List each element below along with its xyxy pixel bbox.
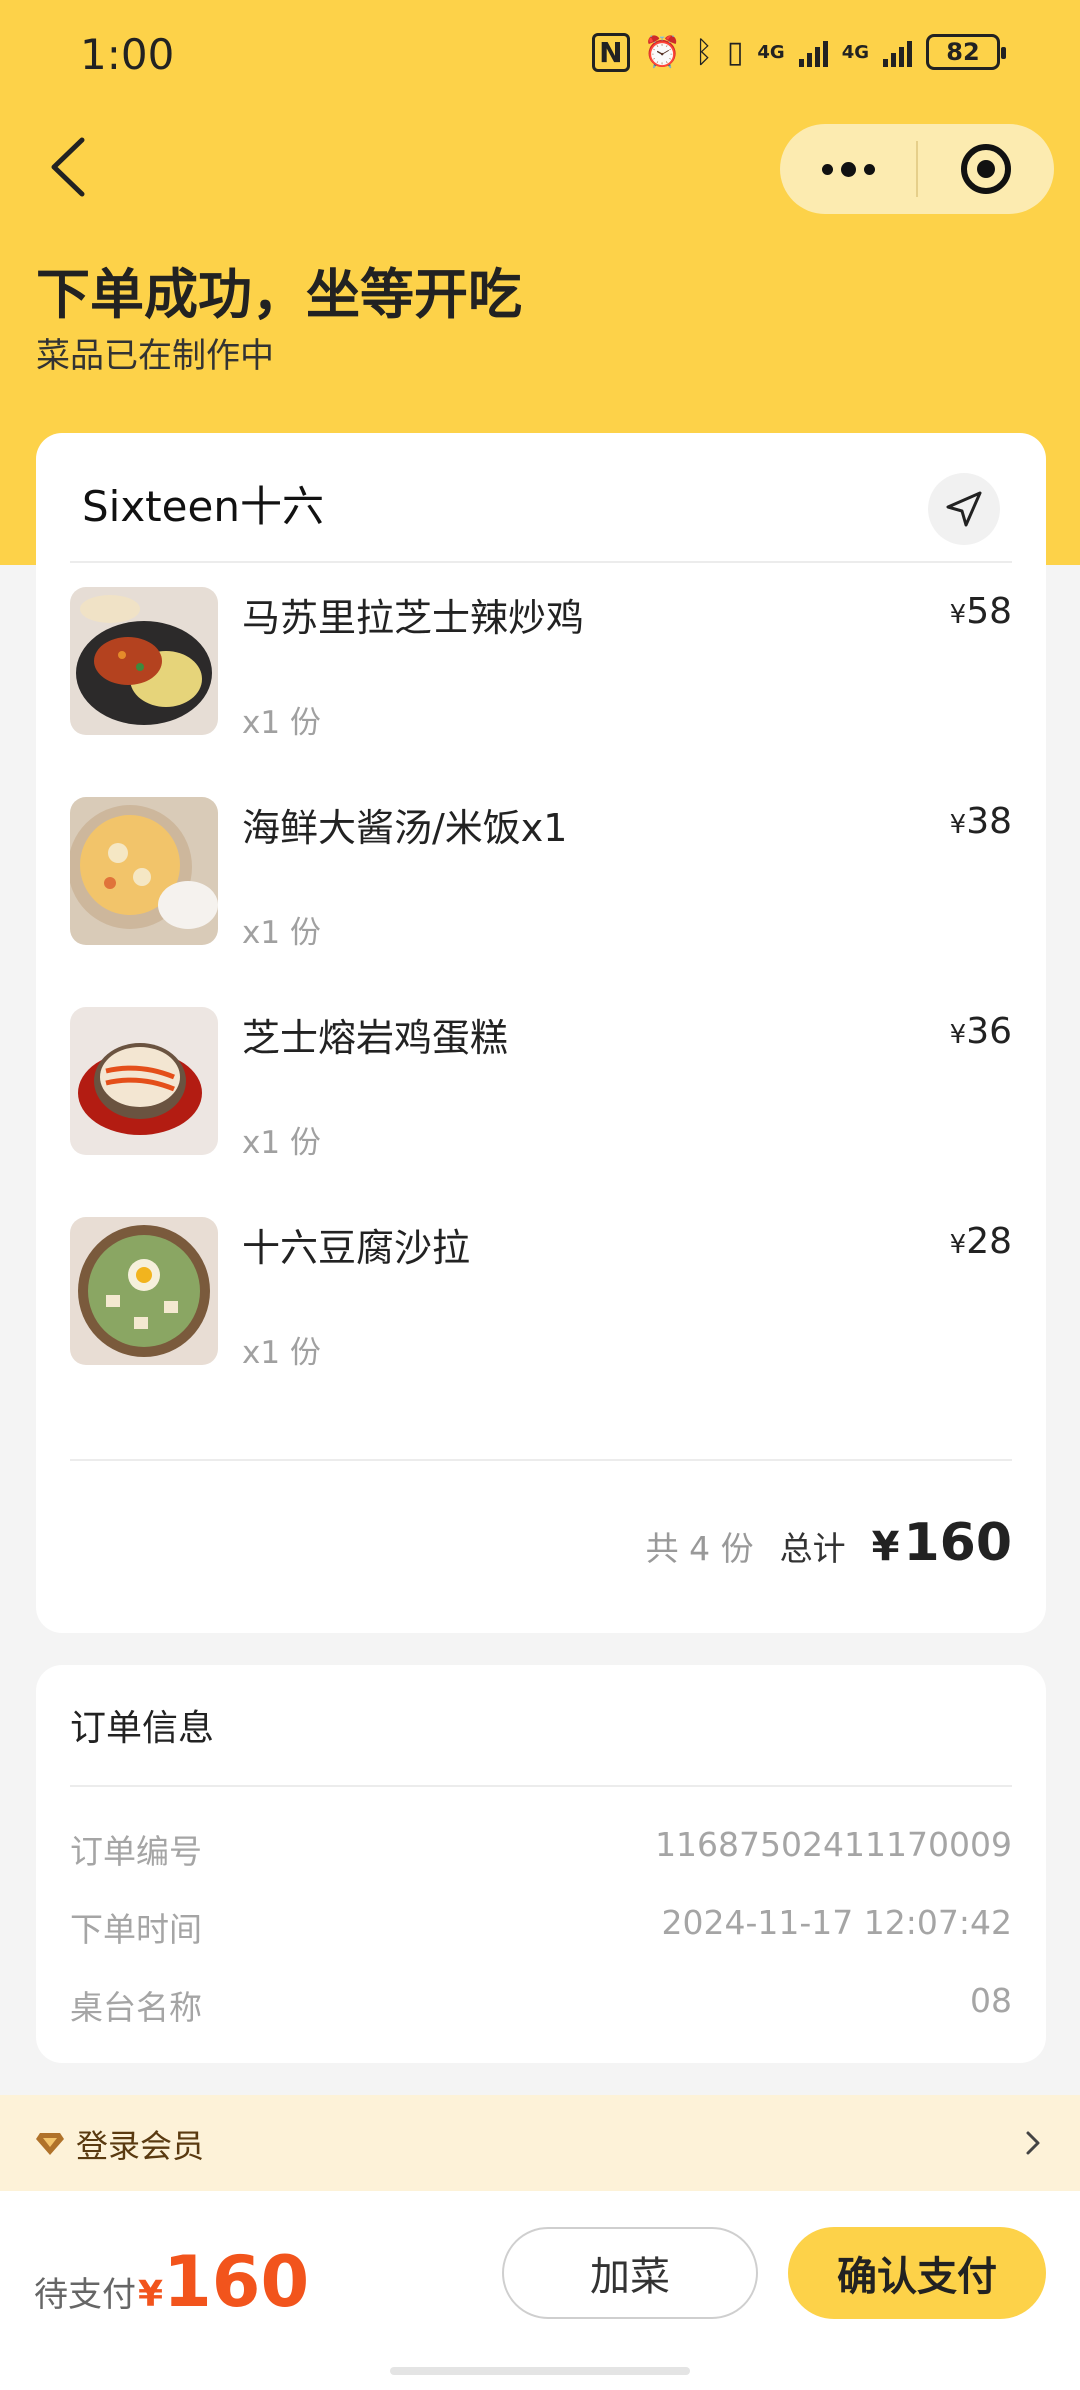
close-miniprogram-button[interactable] <box>918 124 1054 214</box>
add-dishes-button[interactable]: 加菜 <box>502 2227 758 2319</box>
pending-payment-label: 待支付 <box>34 2275 136 2315</box>
dish-price-value: 28 <box>966 1221 1012 1262</box>
diamond-icon <box>36 2133 64 2155</box>
page-subtitle: 菜品已在制作中 <box>36 336 274 376</box>
list-item[interactable]: 芝士熔岩鸡蛋糕 x1 份 ¥36 <box>70 1007 1012 1161</box>
signal-icon <box>798 37 828 67</box>
info-value: 2024-11-17 12:07:42 <box>661 1903 1012 1942</box>
currency-symbol: ¥ <box>949 600 967 630</box>
back-button[interactable] <box>44 132 94 202</box>
dish-quantity: x1 份 <box>242 705 321 741</box>
dish-price-value: 58 <box>966 591 1012 632</box>
order-items-card: Sixteen十六 马苏里拉芝士辣炒鸡 x1 份 ¥58 海鲜大酱汤/米饭x1 … <box>36 433 1046 1633</box>
total-value: 160 <box>903 1513 1012 1573</box>
list-item[interactable]: 海鲜大酱汤/米饭x1 x1 份 ¥38 <box>70 797 1012 951</box>
dish-price-value: 36 <box>966 1011 1012 1052</box>
status-bar: 1:00 N ⏰ ᛒ ▯ 4G 4G 82 <box>0 0 1080 100</box>
dish-price: ¥38 <box>950 801 1012 842</box>
currency-symbol: ¥ <box>871 1524 900 1570</box>
bottom-action-bar: 待支付 ¥ 160 加菜 确认支付 <box>0 2191 1080 2390</box>
bluetooth-icon: ᛒ <box>694 34 713 70</box>
navigate-button[interactable] <box>928 473 1000 545</box>
dish-name: 十六豆腐沙拉 <box>242 1226 471 1270</box>
dish-quantity: x1 份 <box>242 915 321 951</box>
status-time: 1:00 <box>80 30 175 79</box>
order-summary: 共 4 份 总计 ¥160 <box>646 1513 1012 1573</box>
store-name: Sixteen十六 <box>82 482 324 531</box>
info-row-table-name: 桌台名称 08 <box>70 1981 1012 2029</box>
dish-quantity: x1 份 <box>242 1335 321 1371</box>
miniprogram-capsule <box>780 124 1054 214</box>
dish-price: ¥36 <box>950 1011 1012 1052</box>
info-label: 订单编号 <box>70 1832 202 1871</box>
dish-name: 芝士熔岩鸡蛋糕 <box>242 1016 509 1060</box>
currency-symbol: ¥ <box>138 2274 164 2315</box>
dish-image <box>70 1007 218 1155</box>
pending-payment-amount: 160 <box>163 2241 310 2323</box>
currency-symbol: ¥ <box>949 1230 967 1260</box>
home-indicator <box>390 2367 690 2375</box>
network-type-2: 4G <box>841 41 869 63</box>
total-label: 总计 <box>779 1529 846 1568</box>
info-row-order-time: 下单时间 2024-11-17 12:07:42 <box>70 1903 1012 1951</box>
total-amount: ¥160 <box>872 1513 1012 1573</box>
pending-payment: 待支付 ¥ 160 <box>34 2241 309 2323</box>
battery-icon: 82 <box>926 34 1006 70</box>
info-divider <box>70 1785 1012 1787</box>
dish-image <box>70 587 218 735</box>
items-divider <box>70 1459 1012 1461</box>
confirm-payment-button[interactable]: 确认支付 <box>788 2227 1046 2319</box>
info-label: 桌台名称 <box>70 1988 202 2027</box>
currency-symbol: ¥ <box>949 1020 967 1050</box>
order-info-title: 订单信息 <box>70 1708 215 1749</box>
signal-icon-2 <box>883 37 912 67</box>
network-type-1: 4G <box>757 41 785 63</box>
order-info-card: 订单信息 订单编号 11687502411170009 下单时间 2024-11… <box>36 1665 1046 2063</box>
dish-price: ¥58 <box>950 591 1012 632</box>
info-value: 08 <box>970 1981 1012 2020</box>
page-title: 下单成功，坐等开吃 <box>36 263 522 326</box>
more-dots-icon <box>821 161 875 177</box>
dish-image <box>70 1217 218 1365</box>
member-login-bar[interactable]: 登录会员 <box>0 2095 1080 2191</box>
back-arrow-icon <box>51 137 85 197</box>
alarm-icon: ⏰ <box>643 34 681 70</box>
list-item[interactable]: 马苏里拉芝士辣炒鸡 x1 份 ¥58 <box>70 587 1012 741</box>
dish-quantity: x1 份 <box>242 1125 321 1161</box>
member-login-label: 登录会员 <box>76 2127 205 2165</box>
vibrate-icon: ▯ <box>726 34 744 70</box>
item-count: 共 4 份 <box>645 1529 754 1568</box>
dish-image <box>70 797 218 945</box>
info-value: 11687502411170009 <box>655 1825 1012 1864</box>
more-button[interactable] <box>780 124 916 214</box>
info-label: 下单时间 <box>70 1910 202 1949</box>
dish-price-value: 38 <box>966 801 1012 842</box>
locate-arrow-icon <box>946 491 982 527</box>
status-icons: N ⏰ ᛒ ▯ 4G 4G 82 <box>592 30 1006 74</box>
currency-symbol: ¥ <box>949 810 967 840</box>
info-row-order-number: 订单编号 11687502411170009 <box>70 1825 1012 1873</box>
list-item[interactable]: 十六豆腐沙拉 x1 份 ¥28 <box>70 1217 1012 1371</box>
nfc-icon: N <box>592 32 630 72</box>
target-icon <box>960 144 1011 194</box>
store-divider <box>70 561 1012 563</box>
dish-name: 马苏里拉芝士辣炒鸡 <box>242 596 585 640</box>
dish-name: 海鲜大酱汤/米饭x1 <box>242 806 568 850</box>
dish-price: ¥28 <box>950 1221 1012 1262</box>
chevron-right-icon <box>1026 2131 1040 2155</box>
